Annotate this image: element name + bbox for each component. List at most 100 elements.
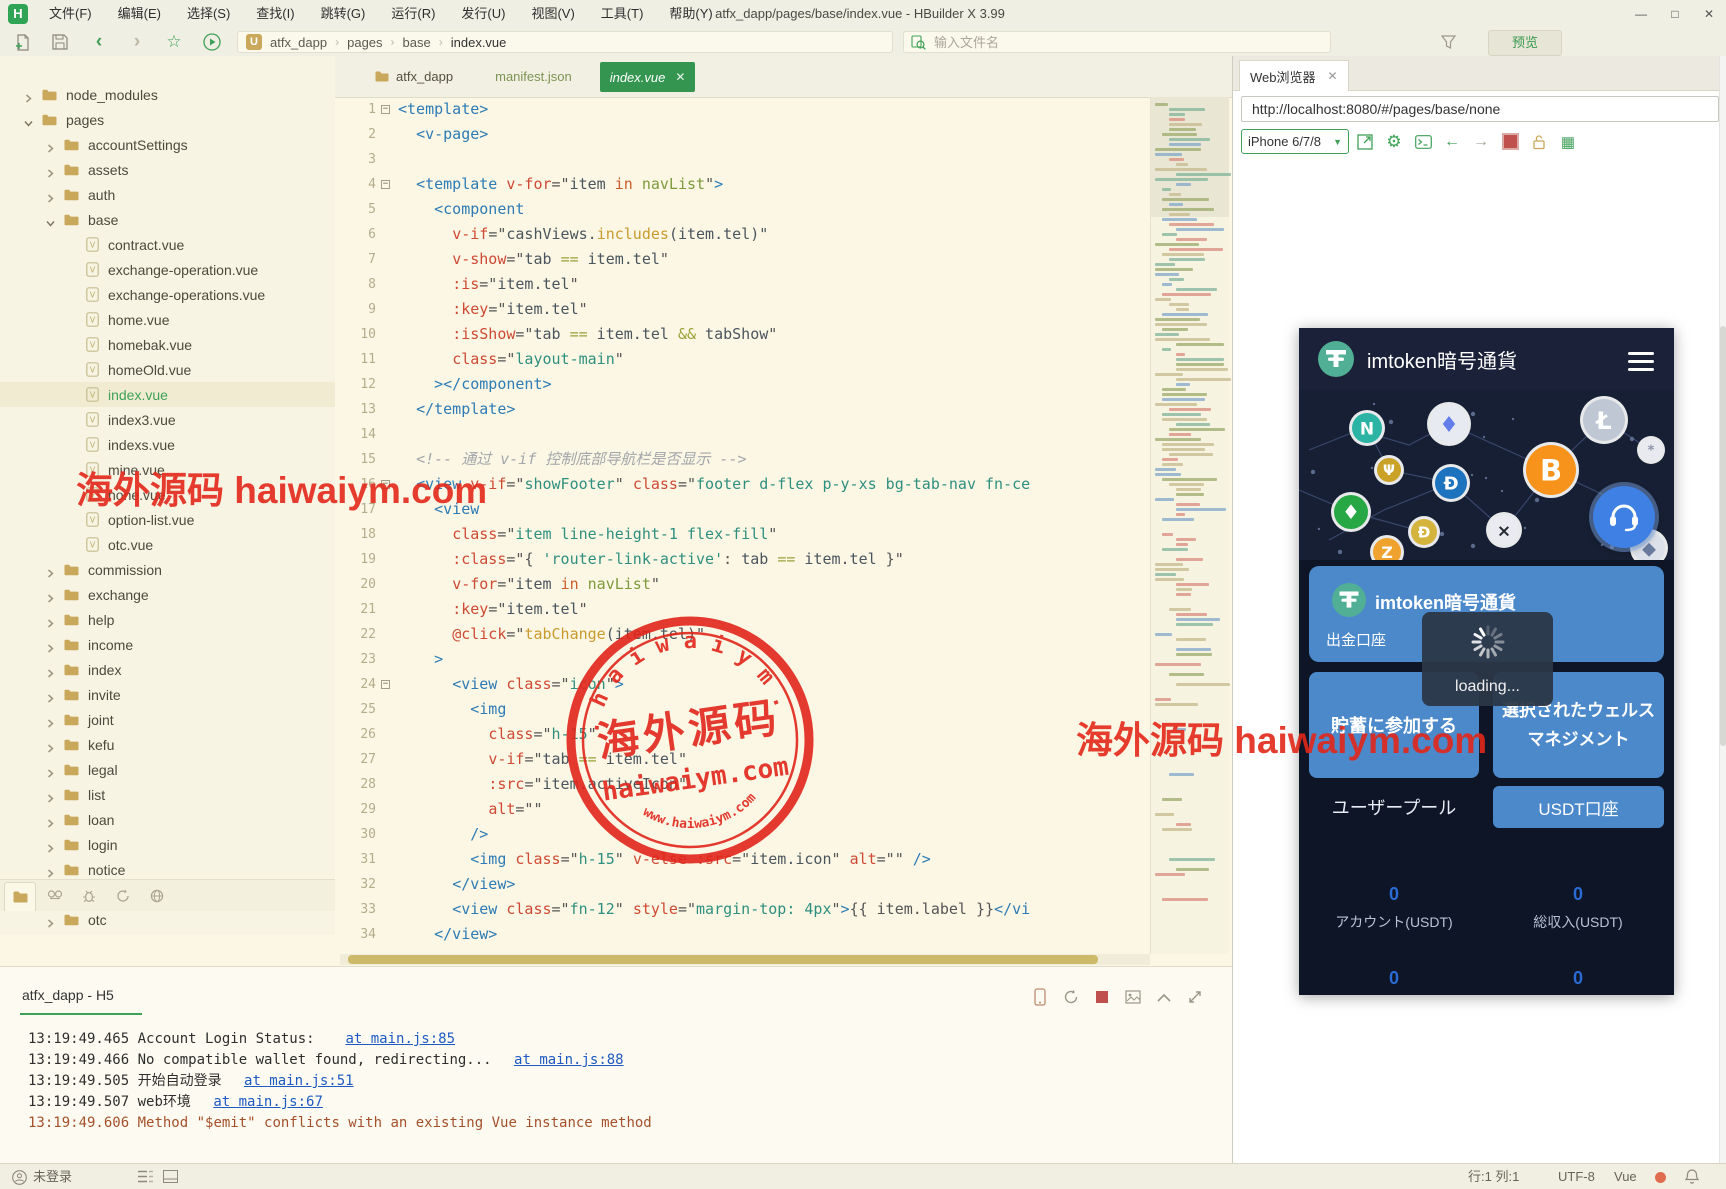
tree-item-index.vue[interactable]: Vindex.vue [0, 382, 335, 407]
chevron-right-icon[interactable] [24, 90, 34, 100]
settings-gear-icon[interactable]: ⚙ [1381, 131, 1407, 153]
chevron-right-icon[interactable] [46, 790, 56, 800]
tree-item-accountSettings[interactable]: accountSettings [0, 132, 335, 157]
user-account-icon[interactable] [12, 1170, 27, 1185]
source-link[interactable]: at main.js:88 [514, 1052, 624, 1068]
save-button[interactable] [49, 31, 71, 53]
horizontal-scrollbar-thumb[interactable] [348, 955, 1098, 964]
tab-project[interactable]: atfx_dapp [369, 56, 459, 97]
open-external-icon[interactable] [1352, 131, 1378, 153]
screenshot-icon[interactable] [1122, 987, 1144, 1007]
menu-item-2[interactable]: 选择(S) [174, 0, 243, 28]
breadcrumb-project[interactable]: atfx_dapp [270, 35, 327, 50]
tab-close-icon[interactable]: ✕ [675, 70, 685, 84]
device-selector[interactable]: iPhone 6/7/8 ▼ [1241, 129, 1349, 154]
menu-item-1[interactable]: 编辑(E) [105, 0, 174, 28]
browser-tab-close-icon[interactable]: ✕ [1328, 69, 1338, 83]
menu-item-3[interactable]: 查找(I) [243, 0, 307, 28]
maximize-panel-icon[interactable] [1184, 987, 1206, 1007]
menu-item-0[interactable]: 文件(F) [36, 0, 105, 28]
back-button[interactable]: ‹ [88, 31, 110, 53]
new-file-button[interactable] [12, 31, 34, 53]
run-button[interactable] [201, 31, 223, 53]
tree-item-homebak.vue[interactable]: Vhomebak.vue [0, 332, 335, 357]
tree-item-pages[interactable]: pages [0, 107, 335, 132]
chevron-right-icon[interactable] [46, 840, 56, 850]
language-mode[interactable]: Vue [1614, 1164, 1637, 1189]
chevron-right-icon[interactable] [46, 865, 56, 875]
breadcrumb-file[interactable]: index.vue [451, 35, 507, 50]
minimap[interactable] [1150, 97, 1229, 954]
tree-item-list[interactable]: list [0, 782, 335, 807]
sync-refresh-icon[interactable] [108, 884, 138, 908]
bookmark-star-icon[interactable]: ☆ [163, 31, 185, 53]
fold-toggle-icon[interactable]: − [381, 680, 390, 689]
chevron-right-icon[interactable] [46, 915, 56, 925]
console-tab[interactable]: atfx_dapp - H5 [22, 987, 114, 1003]
breadcrumb-base[interactable]: base [403, 35, 431, 50]
chevron-right-icon[interactable] [46, 740, 56, 750]
phone-device-icon[interactable] [1029, 987, 1051, 1007]
chevron-right-icon[interactable] [46, 140, 56, 150]
close-button[interactable]: ✕ [1692, 0, 1726, 28]
bell-icon[interactable] [1685, 1169, 1699, 1189]
tree-item-homeOld.vue[interactable]: VhomeOld.vue [0, 357, 335, 382]
withdraw-account-label[interactable]: 出金口座 [1326, 629, 1386, 650]
tree-item-home.vue[interactable]: Vhome.vue [0, 307, 335, 332]
tree-item-commission[interactable]: commission [0, 557, 335, 582]
chevron-right-icon[interactable] [46, 665, 56, 675]
chevron-right-icon[interactable] [46, 165, 56, 175]
chevron-right-icon[interactable] [46, 815, 56, 825]
menu-item-5[interactable]: 运行(R) [378, 0, 448, 28]
tree-item-auth[interactable]: auth [0, 182, 335, 207]
tree-item-index3.vue[interactable]: Vindex3.vue [0, 407, 335, 432]
tree-item-legal[interactable]: legal [0, 757, 335, 782]
fold-toggle-icon[interactable]: − [381, 105, 390, 114]
lock-icon[interactable] [1526, 131, 1552, 153]
login-status[interactable]: 未登录 [33, 1164, 72, 1189]
search-input[interactable] [932, 34, 1306, 51]
navigate-back-icon[interactable]: ← [1439, 131, 1465, 153]
hamburger-menu-icon[interactable] [1628, 352, 1654, 376]
panel-layout-icon[interactable] [163, 1170, 178, 1188]
tree-item-kefu[interactable]: kefu [0, 732, 335, 757]
chevron-right-icon[interactable] [46, 690, 56, 700]
tab-index-vue-active[interactable]: index.vue ✕ [600, 62, 696, 92]
chevron-right-icon[interactable] [46, 190, 56, 200]
breadcrumb-pages[interactable]: pages [347, 35, 382, 50]
menu-item-4[interactable]: 跳转(G) [308, 0, 379, 28]
user-pool-label[interactable]: ユーザープール [1309, 786, 1479, 828]
tree-item-index[interactable]: index [0, 657, 335, 682]
chevron-down-icon[interactable] [46, 215, 56, 225]
search-files-icon[interactable] [40, 884, 70, 908]
browser-tab[interactable]: Web浏览器 ✕ [1239, 60, 1349, 91]
tree-item-base[interactable]: base [0, 207, 335, 232]
chevron-right-icon[interactable] [46, 715, 56, 725]
url-input[interactable] [1250, 100, 1714, 118]
tab-manifest[interactable]: manifest.json [489, 56, 578, 97]
encoding-indicator[interactable]: UTF-8 [1558, 1164, 1595, 1189]
chevron-right-icon[interactable] [46, 765, 56, 775]
panel-scrollbar-thumb[interactable] [1720, 326, 1726, 746]
preview-button[interactable]: 预览 [1488, 30, 1562, 56]
filter-funnel-icon[interactable] [1437, 31, 1459, 53]
chevron-down-icon[interactable] [24, 115, 34, 125]
forward-button[interactable]: › [126, 31, 148, 53]
tree-item-joint[interactable]: joint [0, 707, 335, 732]
tree-item-income[interactable]: income [0, 632, 335, 657]
stop-loading-icon[interactable] [1497, 131, 1523, 153]
tree-item-otc.vue[interactable]: Votc.vue [0, 532, 335, 557]
menu-item-6[interactable]: 发行(U) [448, 0, 518, 28]
restart-icon[interactable] [1060, 987, 1082, 1007]
tree-item-exchange-operations.vue[interactable]: Vexchange-operations.vue [0, 282, 335, 307]
tree-item-invite[interactable]: invite [0, 682, 335, 707]
devtools-console-icon[interactable] [1410, 131, 1436, 153]
debug-bug-icon[interactable] [74, 884, 104, 908]
source-link[interactable]: at main.js:67 [213, 1094, 323, 1110]
tree-item-exchange-operation.vue[interactable]: Vexchange-operation.vue [0, 257, 335, 282]
outline-list-icon[interactable] [138, 1170, 153, 1188]
chevron-right-icon[interactable] [46, 640, 56, 650]
qr-code-icon[interactable]: ▦ [1555, 131, 1581, 153]
tree-item-contract.vue[interactable]: Vcontract.vue [0, 232, 335, 257]
navigate-forward-icon[interactable]: → [1468, 131, 1494, 153]
